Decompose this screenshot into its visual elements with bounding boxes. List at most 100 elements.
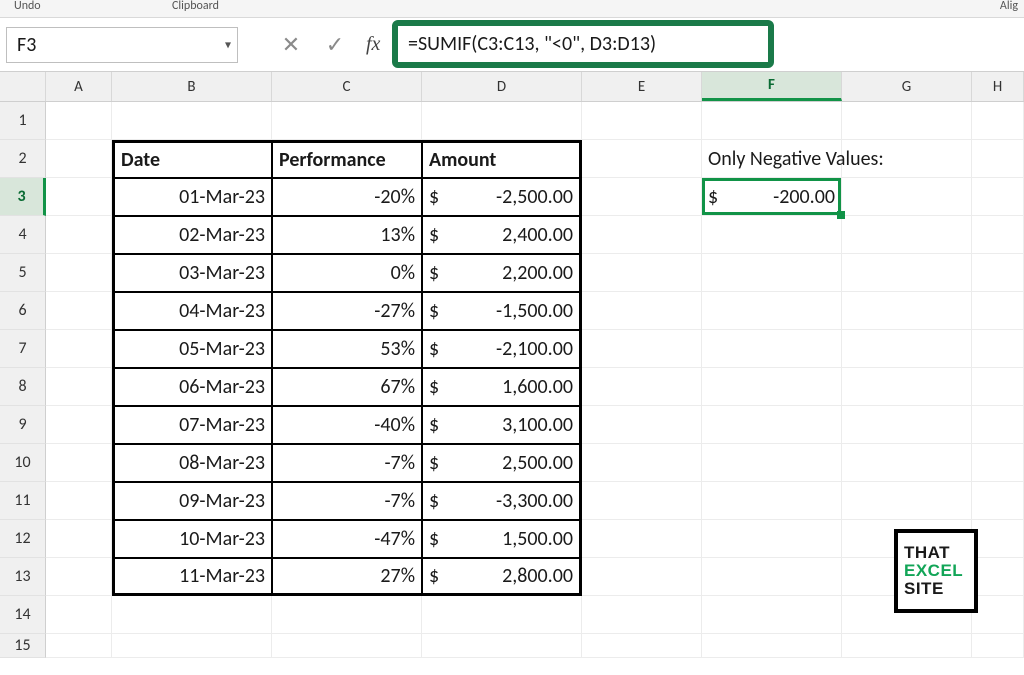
row-header-7[interactable]: 7 [0, 330, 46, 368]
fill-handle[interactable] [837, 211, 845, 219]
cell-d6[interactable]: $-1,500.00 [422, 292, 582, 330]
cell-f7[interactable] [702, 330, 842, 368]
col-header-b[interactable]: B [112, 72, 272, 101]
cell-f2[interactable]: Only Negative Values: [702, 140, 842, 178]
enter-icon[interactable]: ✓ [322, 32, 348, 58]
cell-d4[interactable]: $2,400.00 [422, 216, 582, 254]
cell-c13[interactable]: 27% [272, 558, 422, 596]
cell-a3[interactable] [46, 178, 112, 216]
cell-c4[interactable]: 13% [272, 216, 422, 254]
cell-d9[interactable]: $3,100.00 [422, 406, 582, 444]
row-header-15[interactable]: 15 [0, 634, 46, 658]
col-header-e[interactable]: E [582, 72, 702, 101]
row-header-4[interactable]: 4 [0, 216, 46, 254]
cell-a14[interactable] [46, 596, 112, 634]
cell-b12[interactable]: 10-Mar-23 [112, 520, 272, 558]
cell-e9[interactable] [582, 406, 702, 444]
cell-c7[interactable]: 53% [272, 330, 422, 368]
cell-b9[interactable]: 07-Mar-23 [112, 406, 272, 444]
cell-d3[interactable]: $-2,500.00 [422, 178, 582, 216]
cell-g10[interactable] [842, 444, 972, 482]
cell-e12[interactable] [582, 520, 702, 558]
row-header-3[interactable]: 3 [0, 178, 46, 216]
col-header-g[interactable]: G [842, 72, 972, 101]
cell-g8[interactable] [842, 368, 972, 406]
cell-h8[interactable] [972, 368, 1024, 406]
row-header-12[interactable]: 12 [0, 520, 46, 558]
cell-d8[interactable]: $1,600.00 [422, 368, 582, 406]
cell-h11[interactable] [972, 482, 1024, 520]
row-header-14[interactable]: 14 [0, 596, 46, 634]
cell-f15[interactable] [702, 634, 842, 658]
select-all-corner[interactable] [0, 72, 46, 101]
row-header-8[interactable]: 8 [0, 368, 46, 406]
cell-e7[interactable] [582, 330, 702, 368]
formula-bar-input[interactable]: =SUMIF(C3:C13, "<0", D3:D13) [392, 20, 774, 68]
cell-h13[interactable] [972, 558, 1024, 596]
cell-g3[interactable] [842, 178, 972, 216]
cell-d7[interactable]: $-2,100.00 [422, 330, 582, 368]
cell-a7[interactable] [46, 330, 112, 368]
cell-e10[interactable] [582, 444, 702, 482]
cell-f8[interactable] [702, 368, 842, 406]
cell-h7[interactable] [972, 330, 1024, 368]
row-header-1[interactable]: 1 [0, 102, 46, 140]
cell-e5[interactable] [582, 254, 702, 292]
cell-c11[interactable]: -7% [272, 482, 422, 520]
cell-d14[interactable] [422, 596, 582, 634]
cell-c9[interactable]: -40% [272, 406, 422, 444]
cell-e2[interactable] [582, 140, 702, 178]
cell-g5[interactable] [842, 254, 972, 292]
row-header-2[interactable]: 2 [0, 140, 46, 178]
col-header-c[interactable]: C [272, 72, 422, 101]
col-header-f[interactable]: F [702, 72, 842, 101]
cell-h5[interactable] [972, 254, 1024, 292]
cell-b13[interactable]: 11-Mar-23 [112, 558, 272, 596]
cell-d1[interactable] [422, 102, 582, 140]
row-header-13[interactable]: 13 [0, 558, 46, 596]
column-headers[interactable]: A B C D E F G H [0, 72, 1024, 102]
cell-f5[interactable] [702, 254, 842, 292]
cell-g2[interactable] [842, 140, 972, 178]
cell-a11[interactable] [46, 482, 112, 520]
cell-d11[interactable]: $-3,300.00 [422, 482, 582, 520]
cell-d10[interactable]: $2,500.00 [422, 444, 582, 482]
cell-b3[interactable]: 01-Mar-23 [112, 178, 272, 216]
cell-c8[interactable]: 67% [272, 368, 422, 406]
cell-b5[interactable]: 03-Mar-23 [112, 254, 272, 292]
cell-a8[interactable] [46, 368, 112, 406]
cell-h12[interactable] [972, 520, 1024, 558]
cell-c12[interactable]: -47% [272, 520, 422, 558]
cell-b8[interactable]: 06-Mar-23 [112, 368, 272, 406]
cell-d12[interactable]: $1,500.00 [422, 520, 582, 558]
cell-c6[interactable]: -27% [272, 292, 422, 330]
cell-b7[interactable]: 05-Mar-23 [112, 330, 272, 368]
cell-g11[interactable] [842, 482, 972, 520]
cell-f11[interactable] [702, 482, 842, 520]
cell-f3[interactable]: $-200.00 [702, 178, 842, 216]
cell-b11[interactable]: 09-Mar-23 [112, 482, 272, 520]
cell-f6[interactable] [702, 292, 842, 330]
cell-g4[interactable] [842, 216, 972, 254]
cell-c14[interactable] [272, 596, 422, 634]
cell-f13[interactable] [702, 558, 842, 596]
row-header-11[interactable]: 11 [0, 482, 46, 520]
cell-b14[interactable] [112, 596, 272, 634]
cell-b6[interactable]: 04-Mar-23 [112, 292, 272, 330]
cell-f1[interactable] [702, 102, 842, 140]
cell-c3[interactable]: -20% [272, 178, 422, 216]
cell-c1[interactable] [272, 102, 422, 140]
cell-a1[interactable] [46, 102, 112, 140]
cell-h15[interactable] [972, 634, 1024, 658]
fx-icon[interactable]: fx [366, 33, 380, 56]
cell-e13[interactable] [582, 558, 702, 596]
col-header-a[interactable]: A [46, 72, 112, 101]
spreadsheet-grid[interactable]: A B C D E F G H 1 2 Date Performance Amo… [0, 72, 1024, 658]
cell-a13[interactable] [46, 558, 112, 596]
row-header-10[interactable]: 10 [0, 444, 46, 482]
cell-a6[interactable] [46, 292, 112, 330]
cell-e6[interactable] [582, 292, 702, 330]
cell-e3[interactable] [582, 178, 702, 216]
cell-e15[interactable] [582, 634, 702, 658]
cell-h4[interactable] [972, 216, 1024, 254]
